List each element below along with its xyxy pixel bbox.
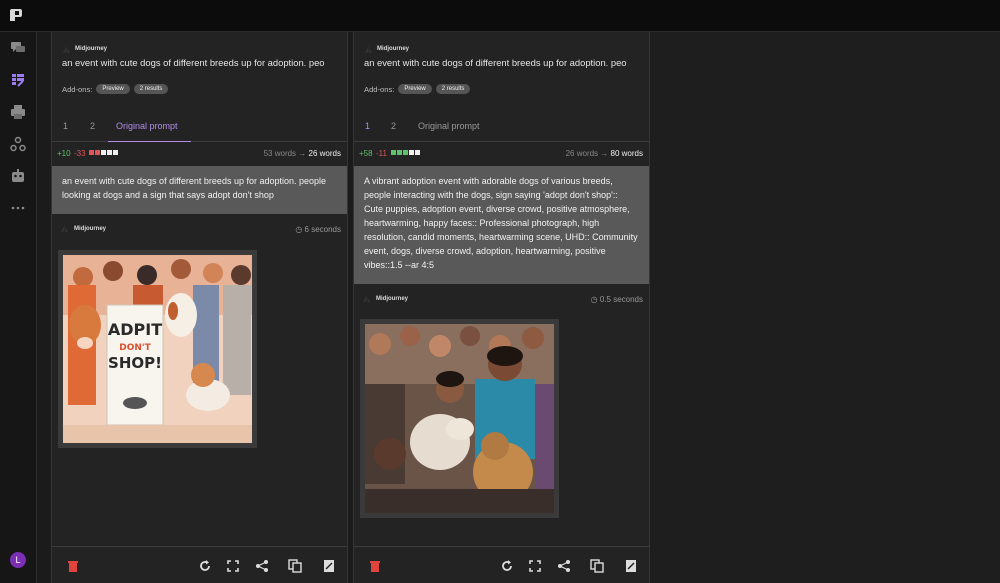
panel-model-header: Midjourney (364, 44, 409, 54)
removed-count: -11 (376, 149, 387, 158)
addons-label: Add-ons: (62, 84, 93, 94)
addon-chip-results[interactable]: 2 results (435, 84, 471, 94)
result-header: Midjourney ◷ 0.5 seconds (362, 293, 643, 305)
addon-chip-preview[interactable]: Preview (398, 84, 432, 94)
result-model-name: Midjourney (376, 296, 409, 302)
diff-stats: +10 -33 53 words → 26 words (52, 145, 347, 161)
tab-original-prompt[interactable]: Original prompt (116, 121, 178, 131)
webhook-icon[interactable] (10, 136, 26, 152)
addon-chip-results[interactable]: 2 results (133, 84, 169, 94)
word-count: 53 words → 26 words (263, 149, 341, 158)
diff-block (101, 150, 106, 155)
refresh-icon[interactable] (198, 559, 212, 573)
panel-toolbar (52, 546, 347, 583)
fullscreen-icon[interactable] (226, 559, 240, 573)
generated-image-cartoon[interactable]: ADPIT DON'T SHOP! (63, 255, 252, 443)
prompt-text-box[interactable]: an event with cute dogs of different bre… (52, 166, 347, 214)
sidebar: L (0, 32, 37, 583)
sign-line-2: DON'T (119, 343, 151, 353)
generation-time: ◷ 0.5 seconds (590, 295, 643, 304)
share-icon[interactable] (557, 559, 571, 573)
sign-line-1: ADPIT (108, 320, 162, 339)
diff-block (89, 150, 94, 155)
tab-2[interactable]: 2 (90, 121, 95, 131)
note-icon[interactable] (322, 559, 336, 573)
diff-block (397, 150, 402, 155)
tab-1[interactable]: 1 (365, 121, 370, 131)
more-dots-icon[interactable] (10, 200, 26, 216)
empty-workspace (650, 32, 1000, 583)
word-count: 26 words → 80 words (565, 149, 643, 158)
top-bar (0, 0, 1000, 32)
tab-2[interactable]: 2 (391, 121, 396, 131)
fullscreen-icon[interactable] (528, 559, 542, 573)
addon-chip-preview[interactable]: Preview (96, 84, 130, 94)
compare-grid-icon[interactable] (10, 72, 26, 88)
midjourney-logo-icon (62, 45, 71, 53)
removed-count: -33 (74, 149, 86, 158)
diff-block (415, 150, 420, 155)
chat-icon[interactable] (10, 40, 26, 56)
midjourney-logo-icon (362, 294, 371, 303)
added-count: +58 (359, 149, 373, 158)
result-panel-2: Midjourney an event with cute dogs of di… (353, 32, 650, 583)
diff-block (113, 150, 118, 155)
panel-model-header: Midjourney (62, 44, 107, 54)
app-logo-icon[interactable] (9, 8, 23, 22)
copy-icon[interactable] (288, 559, 302, 573)
copy-icon[interactable] (590, 559, 604, 573)
diff-blocks (391, 150, 420, 155)
generated-image-photo[interactable] (365, 324, 554, 513)
addons-label: Add-ons: (364, 84, 395, 94)
model-name: Midjourney (75, 46, 108, 52)
share-icon[interactable] (255, 559, 269, 573)
tab-bar: 1 2 Original prompt (52, 114, 347, 142)
prompt-text-box[interactable]: A vibrant adoption event with adorable d… (354, 166, 649, 284)
model-name: Midjourney (377, 46, 410, 52)
gutter-left (37, 32, 51, 583)
midjourney-logo-icon (60, 224, 69, 233)
note-icon[interactable] (624, 559, 638, 573)
diff-stats: +58 -11 26 words → 80 words (354, 145, 649, 161)
diff-block (107, 150, 112, 155)
diff-block (409, 150, 414, 155)
result-header: Midjourney ◷ 6 seconds (60, 223, 341, 235)
generation-time: ◷ 6 seconds (295, 225, 341, 234)
added-count: +10 (57, 149, 71, 158)
sign-line-3: SHOP! (108, 354, 162, 372)
printer-icon[interactable] (10, 104, 26, 120)
result-model-name: Midjourney (74, 226, 107, 232)
delete-icon[interactable] (368, 559, 382, 573)
generated-image-frame[interactable]: ADPIT DON'T SHOP! (58, 250, 257, 448)
prompt-title: an event with cute dogs of different bre… (364, 57, 627, 68)
generated-image-frame[interactable] (360, 319, 559, 518)
delete-icon[interactable] (66, 559, 80, 573)
addons-row: Add-ons: Preview 2 results (62, 84, 169, 94)
robot-icon[interactable] (10, 168, 26, 184)
active-tab-indicator (108, 141, 191, 142)
addons-row: Add-ons: Preview 2 results (364, 84, 471, 94)
diff-blocks (89, 150, 118, 155)
diff-block (391, 150, 396, 155)
diff-block (403, 150, 408, 155)
panel-toolbar (354, 546, 649, 583)
prompt-title: an event with cute dogs of different bre… (62, 57, 325, 68)
midjourney-logo-icon (364, 45, 373, 53)
result-panel-1: Midjourney an event with cute dogs of di… (51, 32, 348, 583)
tab-bar: 1 2 Original prompt (354, 114, 649, 142)
tab-original-prompt[interactable]: Original prompt (418, 121, 480, 131)
user-avatar[interactable]: L (10, 552, 26, 568)
refresh-icon[interactable] (500, 559, 514, 573)
diff-block (95, 150, 100, 155)
tab-1[interactable]: 1 (63, 121, 68, 131)
